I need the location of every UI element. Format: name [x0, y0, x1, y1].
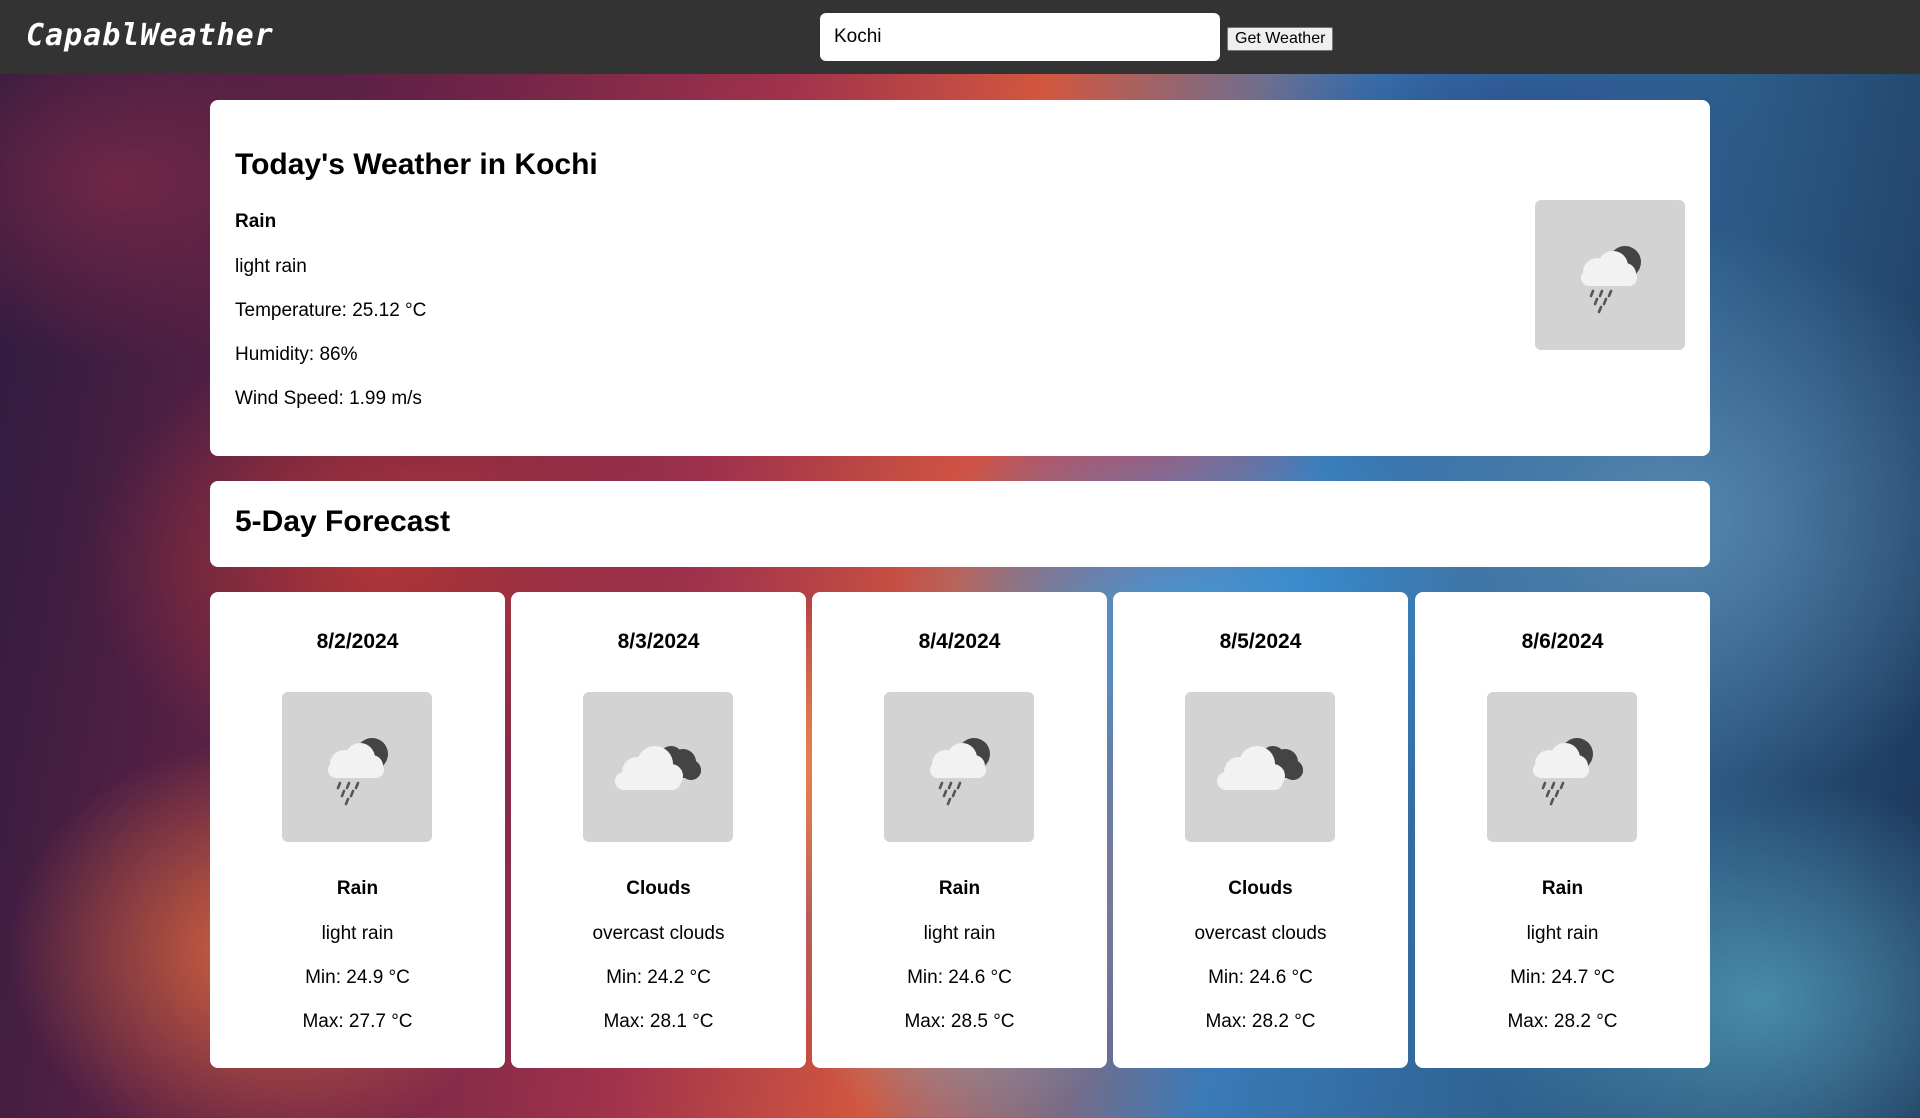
forecast-min-temp: Min: 24.6 °C [907, 967, 1012, 988]
navbar: CapablWeather Get Weather [0, 0, 1920, 74]
forecast-date: 8/6/2024 [1521, 630, 1604, 653]
forecast-weather-description: light rain [923, 923, 996, 944]
city-search-input[interactable] [820, 13, 1220, 61]
forecast-max-temp: Max: 28.1 °C [603, 1011, 714, 1032]
forecast-date: 8/2/2024 [316, 630, 399, 653]
forecast-header-card: 5-Day Forecast [210, 481, 1710, 567]
forecast-day-card: 8/2/2024 Rain light rain Min: 24.9 °C Ma… [210, 592, 505, 1068]
forecast-date: 8/5/2024 [1219, 630, 1302, 653]
rain-icon [1487, 692, 1637, 842]
forecast-min-temp: Min: 24.2 °C [606, 967, 711, 988]
forecast-min-temp: Min: 24.6 °C [1208, 967, 1313, 988]
rain-icon [282, 692, 432, 842]
forecast-min-temp: Min: 24.9 °C [305, 967, 410, 988]
todays-weather-title: Today's Weather in Kochi [235, 148, 598, 181]
forecast-weather-main: Rain [938, 878, 981, 899]
get-weather-button[interactable]: Get Weather [1227, 27, 1334, 51]
forecast-max-temp: Max: 28.2 °C [1507, 1011, 1618, 1032]
forecast-date: 8/3/2024 [617, 630, 700, 653]
forecast-min-temp: Min: 24.7 °C [1510, 967, 1615, 988]
forecast-max-temp: Max: 27.7 °C [302, 1011, 413, 1032]
forecast-max-temp: Max: 28.2 °C [1205, 1011, 1316, 1032]
today-temperature: Temperature: 25.12 °C [235, 300, 427, 321]
forecast-day-card: 8/5/2024 Clouds overcast clouds Min: 24.… [1113, 592, 1408, 1068]
clouds-icon [583, 692, 733, 842]
rain-icon [884, 692, 1034, 842]
forecast-weather-description: overcast clouds [592, 923, 725, 944]
todays-weather-card: Today's Weather in Kochi Rain light rain… [210, 100, 1710, 456]
forecast-weather-description: light rain [1526, 923, 1599, 944]
forecast-day-card: 8/6/2024 Rain light rain Min: 24.7 °C Ma… [1415, 592, 1710, 1068]
forecast-weather-main: Rain [1541, 878, 1584, 899]
clouds-icon [1185, 692, 1335, 842]
today-weather-main: Rain [235, 211, 277, 232]
today-weather-description: light rain [235, 256, 307, 277]
forecast-weather-main: Clouds [1228, 878, 1293, 899]
today-humidity: Humidity: 86% [235, 344, 358, 365]
forecast-weather-main: Clouds [626, 878, 691, 899]
forecast-title: 5-Day Forecast [235, 505, 451, 538]
forecast-date: 8/4/2024 [918, 630, 1001, 653]
forecast-weather-description: overcast clouds [1194, 923, 1327, 944]
forecast-day-card: 8/3/2024 Clouds overcast clouds Min: 24.… [511, 592, 806, 1068]
forecast-weather-description: light rain [321, 923, 394, 944]
today-wind-speed: Wind Speed: 1.99 m/s [235, 388, 422, 409]
forecast-day-card: 8/4/2024 Rain light rain Min: 24.6 °C Ma… [812, 592, 1107, 1068]
forecast-max-temp: Max: 28.5 °C [904, 1011, 1015, 1032]
app-logo[interactable]: CapablWeather [26, 18, 274, 53]
forecast-weather-main: Rain [336, 878, 379, 899]
rain-icon [1535, 200, 1685, 350]
